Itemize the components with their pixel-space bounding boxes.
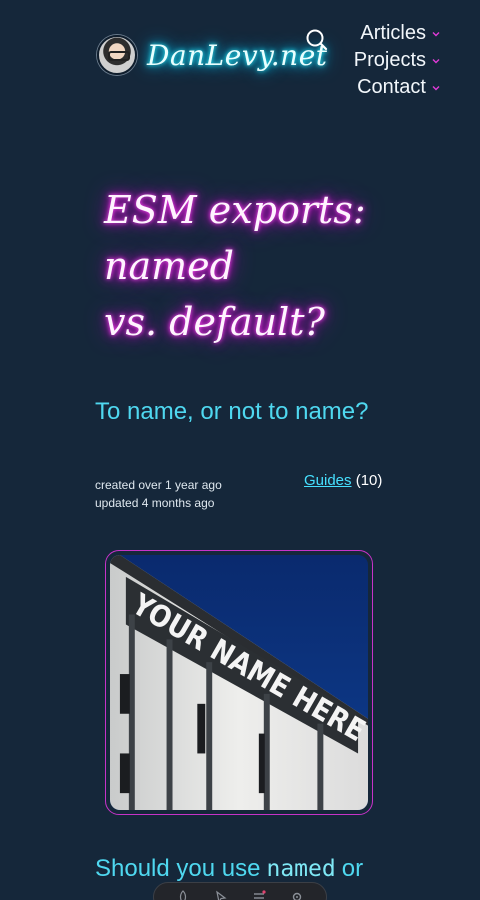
pointer-icon[interactable] [214, 890, 228, 900]
site-name: DanLevy.net [147, 38, 328, 72]
floating-toolbar [153, 882, 327, 900]
section-heading: Should you use named or [95, 855, 363, 883]
chevron-down-icon [432, 58, 440, 63]
hero-image-frame: YOUR NAME HERE [105, 550, 373, 815]
nav-item-contact[interactable]: Contact [340, 74, 440, 101]
title-line: named [104, 244, 234, 288]
heading-text: or [341, 855, 364, 882]
site-logo-link[interactable]: DanLevy.net [97, 35, 328, 75]
gear-icon[interactable] [290, 890, 304, 900]
article-subtitle: To name, or not to name? [95, 398, 369, 425]
heading-text: Should you use [95, 855, 261, 882]
category-link[interactable]: Guides [304, 472, 352, 489]
article-dates: created over 1 year ago updated 4 months… [95, 476, 222, 512]
nav-item-label: Contact [357, 76, 426, 98]
nav-item-articles[interactable]: Articles [340, 20, 440, 47]
hero-image: YOUR NAME HERE [110, 555, 368, 810]
menu-icon[interactable] [252, 890, 266, 900]
chevron-down-icon [432, 85, 440, 90]
main-nav: Articles Projects Contact [340, 20, 440, 101]
chevron-down-icon [432, 31, 440, 36]
nav-item-label: Articles [360, 22, 426, 44]
category: Guides (10) [304, 472, 382, 489]
nav-item-label: Projects [353, 49, 426, 71]
search-button[interactable] [305, 28, 329, 52]
search-icon [306, 29, 328, 51]
category-count: (10) [355, 472, 383, 489]
article-title: ESM exports: named vs. default? [104, 182, 434, 350]
page: DanLevy.net Articles Projects Contact ES… [0, 0, 480, 900]
heading-code: named [266, 856, 336, 882]
rocket-icon[interactable] [176, 890, 190, 900]
updated-date: updated 4 months ago [95, 496, 215, 510]
title-line: vs. default? [104, 300, 325, 344]
nav-item-projects[interactable]: Projects [340, 47, 440, 74]
avatar [97, 35, 137, 75]
title-line: ESM exports: [104, 188, 366, 232]
created-date: created over 1 year ago [95, 478, 222, 492]
